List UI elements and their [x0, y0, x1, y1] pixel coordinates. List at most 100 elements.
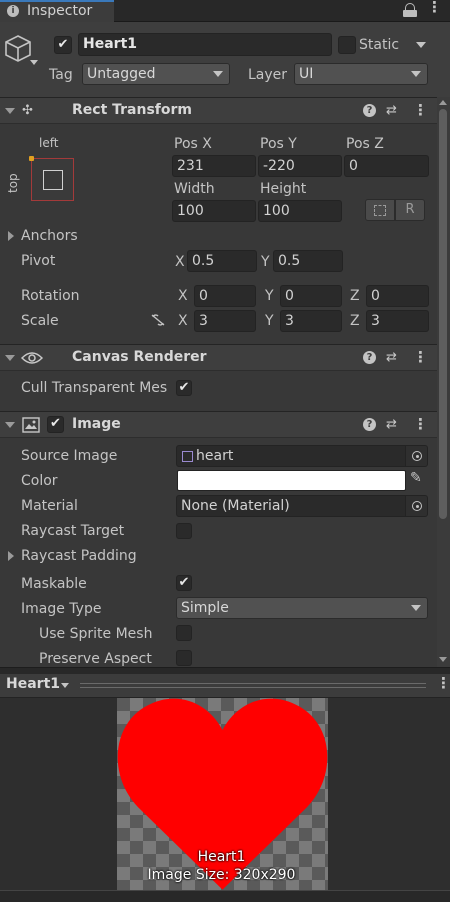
material-field[interactable]: None (Material) — [176, 495, 428, 517]
image-enabled-checkbox[interactable]: ✔ — [47, 416, 64, 433]
scale-x-field[interactable]: 3 — [194, 310, 256, 332]
rot-z-label: Z — [350, 288, 360, 304]
scroll-down-icon[interactable] — [439, 657, 447, 662]
component-menu-icon[interactable]: ⋮ — [413, 412, 428, 437]
color-label: Color — [21, 473, 58, 489]
scale-y-field[interactable]: 3 — [280, 310, 342, 332]
preview-menu-icon[interactable]: ⋮ — [436, 674, 450, 692]
pivot-x-label: X — [175, 254, 185, 270]
rect-transform-header[interactable]: ✣ Rect Transform ? ⇄ ⋮ — [0, 97, 450, 124]
fold-right-icon[interactable] — [8, 551, 14, 561]
rot-x-field[interactable]: 0 — [194, 285, 256, 307]
pivot-x-field[interactable]: 0.5 — [187, 250, 257, 272]
anchor-presets-button[interactable] — [29, 156, 74, 201]
tab-title: Inspector — [27, 3, 93, 19]
presets-icon[interactable]: ⇄ — [386, 412, 397, 437]
pivot-y-label: Y — [261, 254, 270, 270]
chevron-down-icon — [213, 71, 223, 77]
component-menu-icon[interactable]: ⋮ — [413, 98, 428, 123]
help-icon[interactable]: ? — [363, 351, 376, 364]
object-picker-icon[interactable] — [405, 496, 427, 516]
raycast-target-label: Raycast Target — [21, 523, 125, 539]
raycast-target-checkbox[interactable] — [176, 523, 192, 539]
raycast-padding-label[interactable]: Raycast Padding — [21, 547, 137, 565]
gameobject-icon-dropdown-icon[interactable] — [30, 60, 38, 65]
pivot-y-field[interactable]: 0.5 — [273, 250, 343, 272]
static-dropdown-icon[interactable] — [416, 42, 426, 48]
constrain-proportions-icon[interactable] — [150, 313, 166, 327]
anchor-rect-icon — [43, 170, 63, 190]
more-menu-icon[interactable]: ⋮ — [427, 0, 442, 16]
posy-field[interactable]: -220 — [258, 155, 342, 177]
preview-title[interactable]: Heart1 — [6, 676, 60, 692]
preview-divider[interactable] — [0, 667, 450, 674]
image-type-label: Image Type — [21, 601, 102, 617]
gameobject-active-checkbox[interactable]: ✔ — [54, 36, 72, 54]
image-title: Image — [72, 416, 121, 432]
posz-field[interactable]: 0 — [344, 155, 429, 177]
layer-value: UI — [299, 66, 314, 82]
raw-edit-button[interactable]: R — [395, 199, 425, 221]
cull-transparent-checkbox[interactable]: ✔ — [176, 380, 192, 396]
color-swatch[interactable] — [177, 470, 406, 491]
static-checkbox[interactable] — [338, 36, 356, 54]
gameobject-name-field[interactable]: Heart1 — [78, 33, 332, 56]
image-header[interactable]: ✔ Image ? ⇄ ⋮ — [0, 411, 450, 438]
scrollbar-track[interactable] — [437, 97, 450, 667]
rect-transform-icon: ✣ — [22, 103, 33, 118]
canvas-renderer-header[interactable]: Canvas Renderer ? ⇄ ⋮ — [0, 344, 450, 371]
rot-z-field[interactable]: 0 — [366, 285, 429, 307]
canvas-renderer-title: Canvas Renderer — [72, 349, 207, 365]
posz-label: Pos Z — [346, 136, 384, 152]
fold-down-icon — [5, 422, 15, 428]
blueprint-mode-button[interactable] — [365, 199, 395, 221]
tag-dropdown[interactable]: Untagged — [82, 63, 230, 85]
preview-footer — [0, 890, 450, 902]
scrollbar-thumb[interactable] — [439, 109, 447, 519]
sprite-icon — [182, 451, 193, 462]
preview-drag-handle[interactable] — [80, 683, 426, 688]
rot-y-field[interactable]: 0 — [280, 285, 342, 307]
use-sprite-mesh-checkbox[interactable] — [176, 625, 192, 641]
fold-right-icon[interactable] — [8, 231, 14, 241]
posx-field[interactable]: 231 — [172, 155, 256, 177]
presets-icon[interactable]: ⇄ — [386, 345, 397, 370]
preview-name-label: Heart1 — [197, 849, 246, 865]
scale-z-field[interactable]: 3 — [366, 310, 429, 332]
scale-x-label: X — [178, 313, 188, 329]
material-label: Material — [21, 498, 78, 514]
layer-dropdown[interactable]: UI — [294, 63, 428, 85]
height-label: Height — [260, 181, 307, 197]
preview-dropdown-icon[interactable] — [61, 683, 69, 688]
image-type-dropdown[interactable]: Simple — [176, 597, 428, 619]
cull-transparent-label: Cull Transparent Mes — [21, 380, 168, 396]
help-icon[interactable]: ? — [363, 418, 376, 431]
scale-z-label: Z — [350, 313, 360, 329]
posy-label: Pos Y — [260, 136, 297, 152]
presets-icon[interactable]: ⇄ — [386, 98, 397, 123]
width-field[interactable]: 100 — [172, 200, 256, 222]
tag-value: Untagged — [87, 66, 156, 82]
maskable-checkbox[interactable]: ✔ — [176, 575, 192, 591]
object-picker-icon[interactable] — [405, 446, 427, 466]
component-menu-icon[interactable]: ⋮ — [413, 345, 428, 370]
anchor-pivot-dot — [29, 156, 34, 161]
anchors-label[interactable]: Anchors — [21, 227, 78, 245]
tag-label: Tag — [49, 67, 73, 83]
info-icon: i — [7, 5, 19, 17]
lock-body-icon — [403, 10, 417, 17]
eyedropper-icon[interactable]: ✎ — [410, 470, 422, 486]
help-icon[interactable]: ? — [363, 104, 376, 117]
image-component-icon — [22, 417, 40, 433]
layer-label: Layer — [248, 67, 288, 83]
source-image-field[interactable]: heart — [176, 445, 428, 467]
preview-size-label: Image Size: 320x290 — [147, 867, 296, 883]
scroll-up-icon[interactable] — [439, 100, 447, 105]
inspector-tab[interactable]: i Inspector — [0, 0, 114, 22]
raw-edit-label: R — [405, 202, 415, 217]
anchor-v-label: top — [6, 173, 20, 193]
eye-icon — [21, 352, 43, 364]
rotation-label: Rotation — [21, 288, 80, 304]
height-field[interactable]: 100 — [258, 200, 342, 222]
preserve-aspect-checkbox[interactable] — [176, 650, 192, 666]
